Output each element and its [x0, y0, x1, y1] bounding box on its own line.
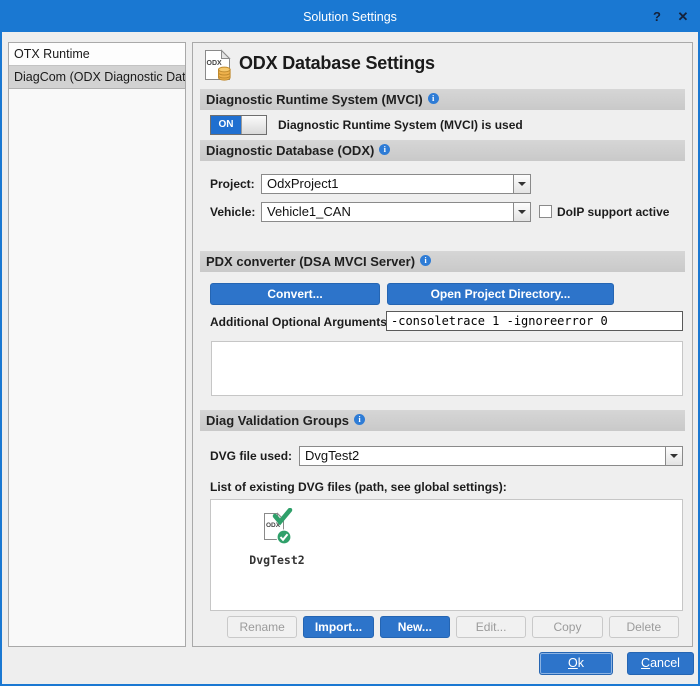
cancel-mnemonic: C — [641, 656, 650, 670]
section-title: Diagnostic Runtime System (MVCI) — [206, 92, 423, 107]
delete-button[interactable]: Delete — [609, 616, 679, 638]
section-title: Diag Validation Groups — [206, 413, 349, 428]
section-header-dvg: Diag Validation Groups i — [200, 410, 685, 431]
svg-text:ODX: ODX — [207, 60, 223, 67]
odx-database-file-icon: ODX — [203, 49, 233, 86]
info-icon[interactable]: i — [420, 255, 431, 266]
section-header-database: Diagnostic Database (ODX) i — [200, 140, 685, 161]
dvg-file-select[interactable]: DvgTest2 — [299, 446, 683, 466]
converter-output-area — [211, 341, 683, 396]
copy-button[interactable]: Copy — [532, 616, 602, 638]
section-header-runtime: Diagnostic Runtime System (MVCI) i — [200, 89, 685, 110]
dvg-list-label: List of existing DVG files (path, see gl… — [210, 480, 507, 494]
doip-label: DoIP support active — [557, 202, 669, 222]
odx-settings-panel: ODX ODX Database Settings Diagnostic Run… — [192, 42, 693, 647]
mvci-toggle[interactable]: ON — [210, 115, 267, 135]
chevron-down-icon[interactable] — [513, 175, 530, 193]
toggle-on-label: ON — [211, 116, 241, 134]
args-label: Additional Optional Arguments: — [210, 312, 391, 332]
info-icon[interactable]: i — [354, 414, 365, 425]
toggle-knob[interactable] — [241, 116, 266, 134]
info-icon[interactable]: i — [428, 93, 439, 104]
dvg-actions: Rename Import... New... Edit... Copy Del… — [227, 616, 679, 638]
ok-rest: k — [578, 656, 584, 670]
cancel-button[interactable]: Cancel — [627, 652, 694, 675]
rename-button[interactable]: Rename — [227, 616, 297, 638]
project-select[interactable]: OdxProject1 — [261, 174, 531, 194]
section-title: Diagnostic Database (ODX) — [206, 143, 374, 158]
dvg-file-item[interactable]: ODX DvgTest2 — [237, 508, 317, 567]
settings-category-list: OTX Runtime DiagCom (ODX Diagnostic Data… — [8, 42, 186, 647]
vehicle-select[interactable]: Vehicle1_CAN — [261, 202, 531, 222]
vehicle-value: Vehicle1_CAN — [267, 203, 510, 221]
chevron-down-icon[interactable] — [513, 203, 530, 221]
dvg-file-value: DvgTest2 — [305, 447, 662, 465]
titlebar[interactable]: Solution Settings ? ✕ — [2, 2, 698, 32]
window-title: Solution Settings — [2, 2, 698, 32]
dvg-file-name: DvgTest2 — [237, 553, 317, 567]
help-button[interactable]: ? — [644, 2, 670, 32]
close-button[interactable]: ✕ — [670, 2, 696, 32]
chevron-down-icon[interactable] — [665, 447, 682, 465]
page-title: ODX Database Settings — [239, 53, 435, 74]
project-value: OdxProject1 — [267, 175, 510, 193]
info-icon[interactable]: i — [379, 144, 390, 155]
doip-checkbox[interactable] — [539, 205, 552, 218]
section-title: PDX converter (DSA MVCI Server) — [206, 254, 415, 269]
ok-button[interactable]: Ok — [539, 652, 613, 675]
args-input[interactable] — [386, 311, 683, 331]
sidebar-item-diagcom[interactable]: DiagCom (ODX Diagnostic Data) — [9, 66, 185, 89]
project-label: Project: — [210, 174, 255, 194]
new-button[interactable]: New... — [380, 616, 450, 638]
odx-file-checked-icon: ODX — [257, 533, 297, 550]
section-header-pdx: PDX converter (DSA MVCI Server) i — [200, 251, 685, 272]
solution-settings-dialog: Solution Settings ? ✕ OTX Runtime DiagCo… — [0, 0, 700, 686]
convert-button[interactable]: Convert... — [210, 283, 380, 305]
dvg-file-used-label: DVG file used: — [210, 446, 292, 466]
cancel-rest: ancel — [650, 656, 680, 670]
open-project-directory-button[interactable]: Open Project Directory... — [387, 283, 614, 305]
mvci-toggle-caption: Diagnostic Runtime System (MVCI) is used — [278, 115, 523, 135]
vehicle-label: Vehicle: — [210, 202, 255, 222]
sidebar-item-otx-runtime[interactable]: OTX Runtime — [9, 43, 185, 66]
ok-mnemonic: O — [568, 656, 578, 670]
edit-button[interactable]: Edit... — [456, 616, 526, 638]
import-button[interactable]: Import... — [303, 616, 373, 638]
dvg-file-list: ODX DvgTest2 — [210, 499, 683, 611]
